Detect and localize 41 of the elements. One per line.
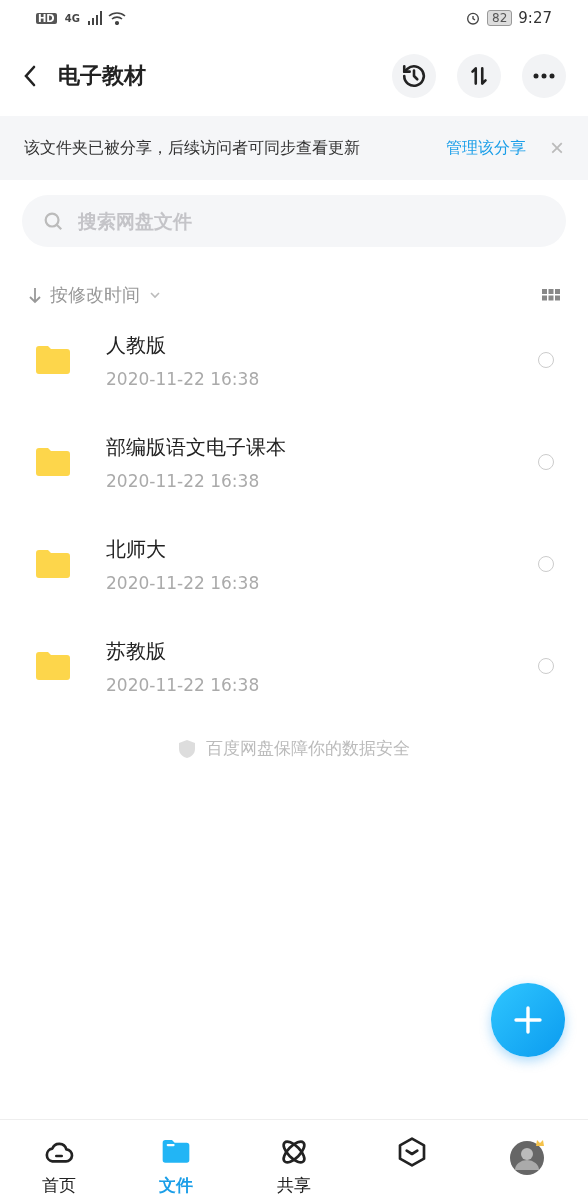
network-type: 4G bbox=[63, 12, 81, 24]
history-button[interactable] bbox=[392, 54, 436, 98]
add-button[interactable] bbox=[491, 983, 565, 1057]
folder-icon bbox=[36, 346, 70, 374]
folder-icon bbox=[36, 550, 70, 578]
search-icon bbox=[42, 210, 64, 232]
battery-level: 82 bbox=[487, 10, 513, 26]
back-icon[interactable] bbox=[22, 64, 38, 88]
folder-icon bbox=[36, 448, 70, 476]
clock-time: 9:27 bbox=[518, 9, 552, 27]
nav-tab[interactable]: 共享 bbox=[235, 1120, 353, 1200]
folder-name: 北师大 bbox=[106, 535, 167, 563]
folder-name: 部编版语文电子课本 bbox=[106, 433, 287, 461]
file-row[interactable]: 苏教版 2020-11-22 16:38 bbox=[0, 615, 588, 717]
modified-date: 2020-11-22 16:38 bbox=[106, 470, 261, 491]
down-arrow-icon bbox=[28, 286, 42, 304]
alarm-icon bbox=[465, 10, 482, 26]
file-row[interactable]: 部编版语文电子课本 2020-11-22 16:38 bbox=[0, 411, 588, 513]
grid-view-icon[interactable] bbox=[542, 289, 560, 301]
folder-name: 苏教版 bbox=[106, 637, 167, 665]
security-note: 百度网盘保障你的数据安全 bbox=[206, 737, 410, 760]
folder-name: 人教版 bbox=[106, 331, 167, 359]
page-title: 电子教材 bbox=[58, 62, 147, 90]
file-row[interactable]: 人教版 2020-11-22 16:38 bbox=[0, 309, 588, 411]
shield-icon bbox=[178, 738, 196, 759]
wifi-icon bbox=[107, 11, 126, 25]
history-icon bbox=[401, 63, 427, 89]
modified-date: 2020-11-22 16:38 bbox=[106, 572, 261, 593]
hd-indicator: HD bbox=[36, 12, 57, 24]
more-icon bbox=[533, 73, 555, 79]
plus-icon bbox=[513, 1005, 543, 1035]
folder-icon bbox=[36, 652, 70, 680]
modified-date: 2020-11-22 16:38 bbox=[106, 368, 261, 389]
share-notice-text: 该文件夹已被分享，后续访问者可同步查看更新 bbox=[24, 137, 361, 159]
nav-tab[interactable]: 首页 bbox=[0, 1120, 118, 1200]
signal-icon bbox=[87, 11, 102, 25]
modified-date: 2020-11-22 16:38 bbox=[106, 674, 261, 695]
file-row[interactable]: 北师大 2020-11-22 16:38 bbox=[0, 513, 588, 615]
more-button[interactable] bbox=[522, 54, 566, 98]
chevron-down-icon bbox=[148, 290, 162, 300]
sort-button[interactable] bbox=[457, 54, 501, 98]
